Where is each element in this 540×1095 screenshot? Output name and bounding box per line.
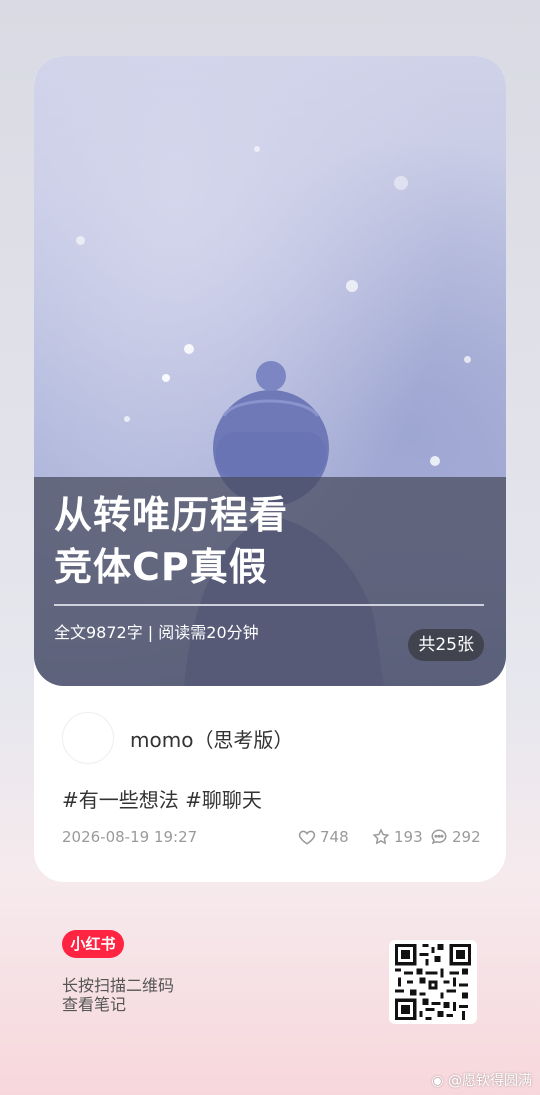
comment-stat[interactable]: 292 [430,828,481,846]
qr-code[interactable] [389,940,477,1024]
heart-icon [298,830,316,845]
qr-code-icon [395,944,471,1020]
title-line-1: 从转唯历程看 [54,493,289,537]
note-title: 从转唯历程看 竞体CP真假 [54,489,484,593]
like-stat[interactable]: 748 [298,828,349,846]
scan-line-1: 长按扫描二维码 [62,976,175,995]
author-name[interactable]: momo（思考版） [130,724,293,753]
avatar[interactable] [62,712,114,764]
xiaohongshu-logo: 小红书 [62,930,124,958]
comment-icon [431,829,447,845]
note-card[interactable]: 从转唯历程看 竞体CP真假 全文9872字 | 阅读需20分钟 共25张 mom… [34,56,506,882]
scan-line-2: 查看笔记 [62,995,127,1014]
scan-instructions: 长按扫描二维码 查看笔记 [62,976,174,1014]
cover-image[interactable]: 从转唯历程看 竞体CP真假 全文9872字 | 阅读需20分钟 共25张 [34,56,506,686]
image-count-badge: 共25张 [408,629,484,661]
reading-meta: 全文9872字 | 阅读需20分钟 [54,623,259,642]
watermark-text: @愿钦得圆满 [448,1073,532,1089]
tags[interactable]: #有一些想法 #聊聊天 [62,784,262,813]
title-line-2: 竞体CP真假 [54,545,268,589]
divider [54,604,484,606]
watermark: ◉ @愿钦得圆满 [431,1070,532,1090]
comment-count: 292 [452,828,481,846]
favorite-stat[interactable]: 193 [372,828,423,846]
like-count: 748 [320,828,349,846]
weibo-icon: ◉ [431,1073,444,1089]
stats-row: 2026-08-19 19:27 748 193 292 [62,828,481,850]
star-icon [372,828,390,845]
favorite-count: 193 [394,828,423,846]
publish-date: 2026-08-19 19:27 [62,828,198,846]
